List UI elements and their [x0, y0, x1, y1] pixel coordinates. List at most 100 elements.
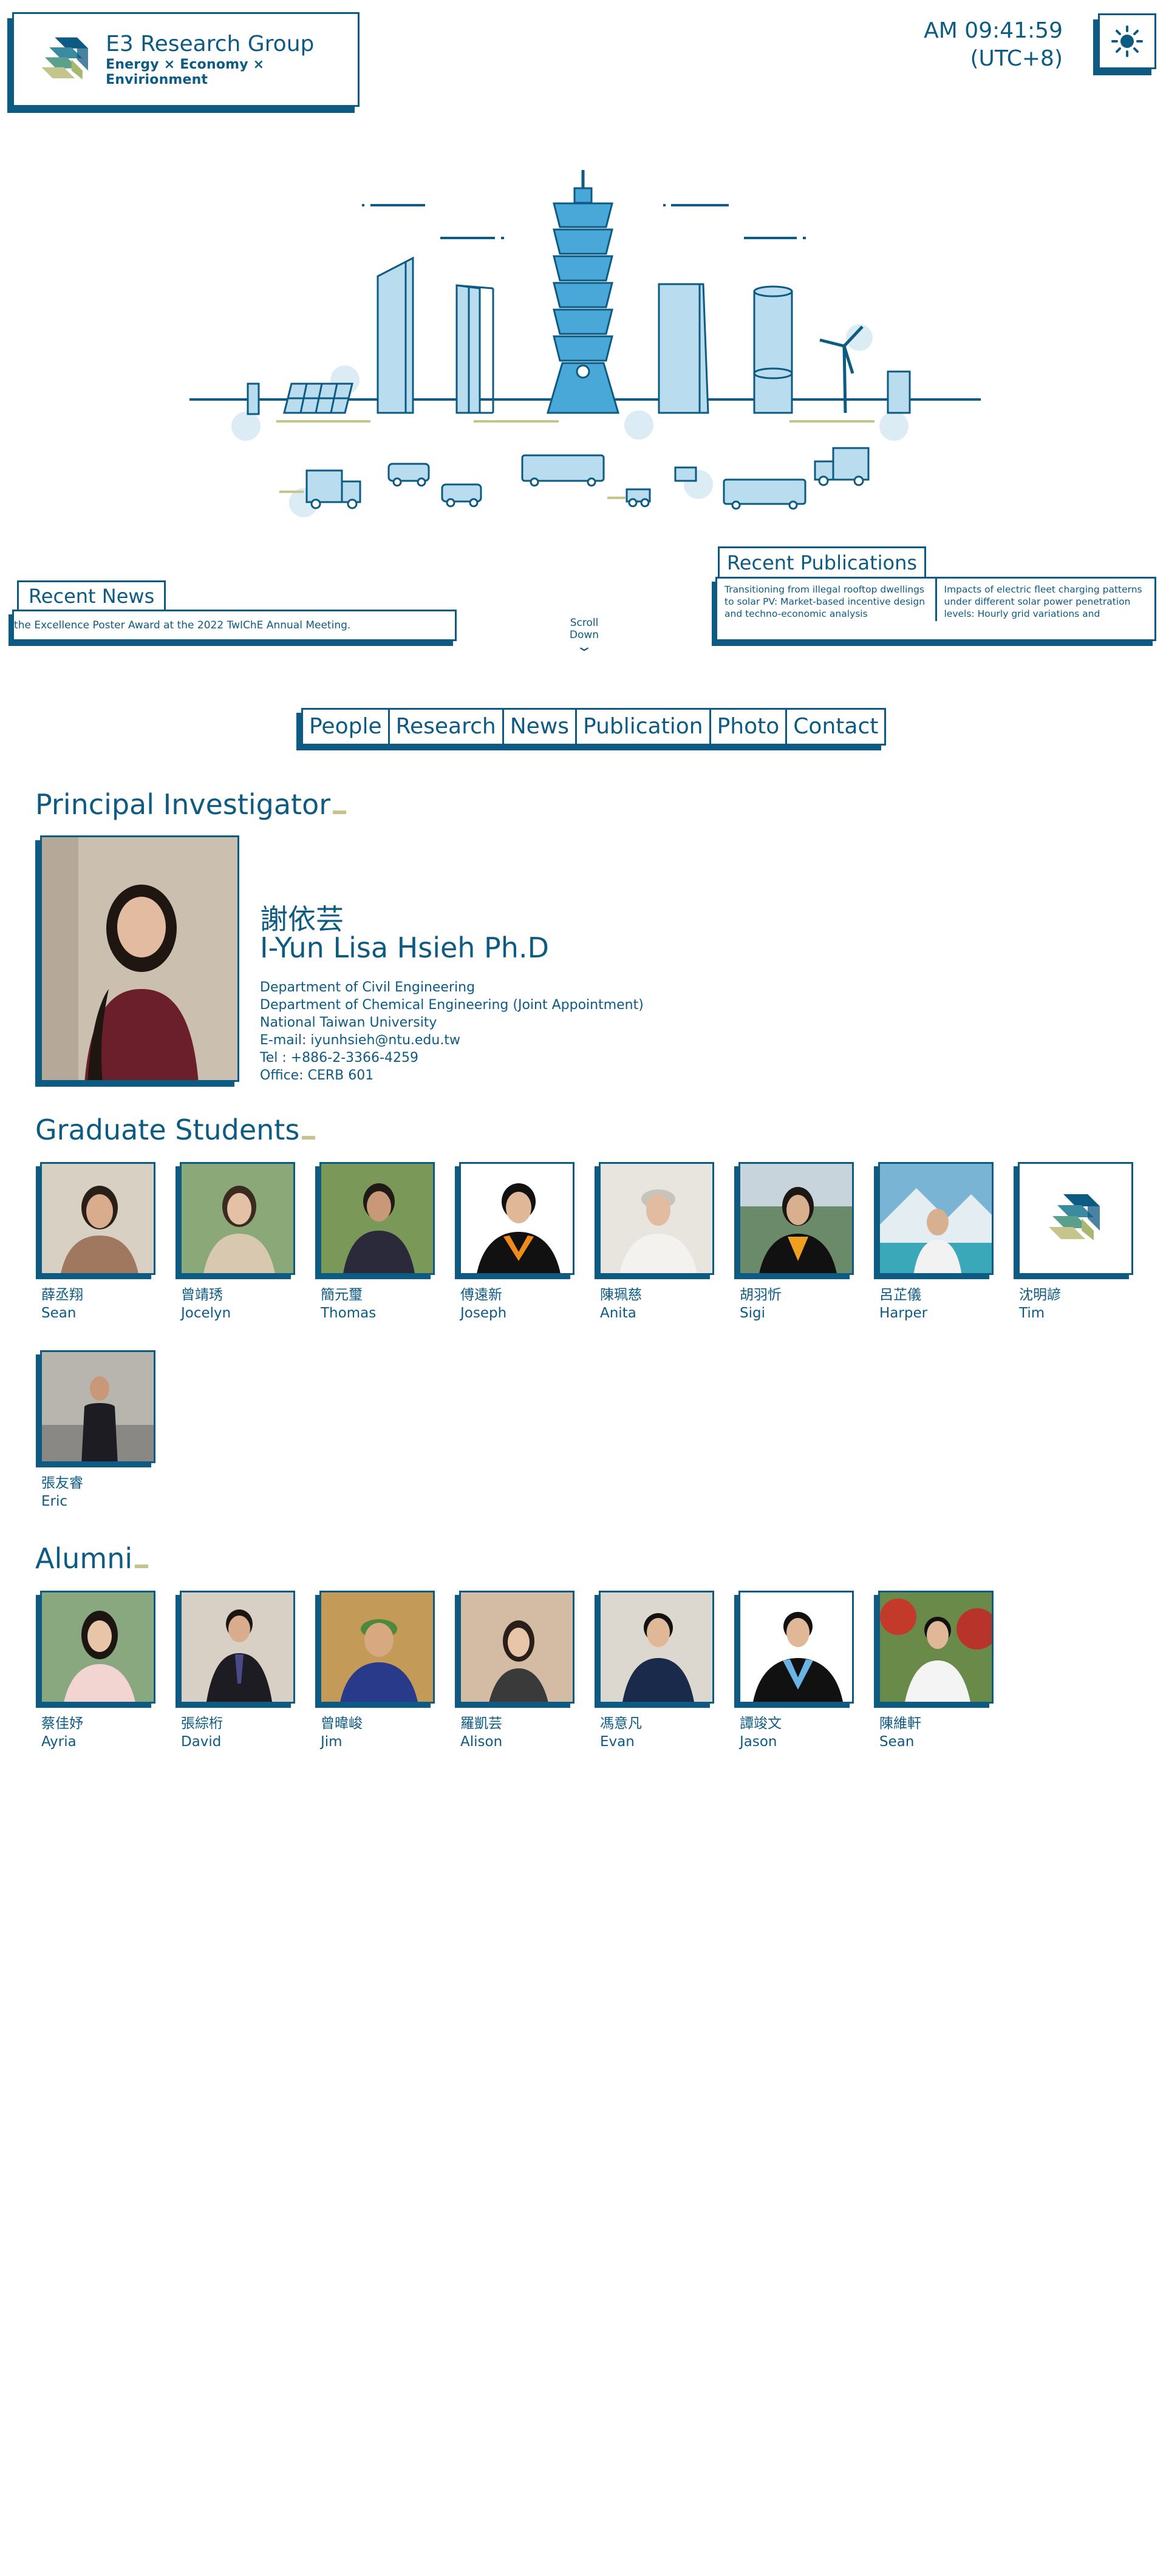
student-card[interactable]: 呂芷儀 Harper: [878, 1162, 994, 1322]
scroll-down-button[interactable]: Scroll Down ⌄: [554, 617, 615, 654]
alumni-card[interactable]: 蔡佳妤 Ayria: [40, 1591, 155, 1751]
alumni-photo[interactable]: [599, 1591, 714, 1704]
student-name-chinese: 陳珮慈: [600, 1287, 642, 1303]
nav-news[interactable]: News: [502, 710, 575, 744]
alumni-photo[interactable]: [878, 1591, 994, 1704]
student-card[interactable]: 曾靖琇 Jocelyn: [180, 1162, 295, 1322]
pi-photo: [40, 835, 239, 1082]
recent-news-label: Recent News: [17, 580, 166, 611]
alumni-name-chinese: 張綜桁: [181, 1716, 223, 1731]
student-card[interactable]: 簡元璽 Thomas: [319, 1162, 435, 1322]
section-title-pi: Principal Investigator: [35, 788, 347, 821]
student-photo[interactable]: [40, 1350, 155, 1463]
alumni-name-english: Ayria: [41, 1734, 77, 1750]
pi-phone: Tel : +886-2-3366-4259: [260, 1050, 418, 1065]
student-photo[interactable]: [878, 1162, 994, 1275]
student-name-english: Eric: [41, 1494, 68, 1509]
alumni-card[interactable]: 譚竣文 Jason: [738, 1591, 854, 1751]
pi-email[interactable]: E-mail: iyunhsieh@ntu.edu.tw: [260, 1031, 644, 1049]
student-name-chinese: 張友睿: [41, 1475, 83, 1491]
clock-zone: (UTC+8): [970, 46, 1063, 71]
nav-publication[interactable]: Publication: [575, 710, 709, 744]
news-ticker[interactable]: Shan-Shin Fu wins the Excellence Poster …: [12, 610, 457, 641]
student-name-chinese: 傅遠新: [460, 1287, 502, 1303]
pi-contact-info: Department of Civil Engineering Departme…: [260, 979, 644, 1084]
section-title-alumni: Alumni: [35, 1542, 149, 1575]
student-name-english: Tim: [1019, 1305, 1045, 1321]
clock: AM 09:41:59 (UTC+8): [924, 17, 1063, 73]
students-title-text: Graduate Students: [35, 1113, 300, 1146]
student-card[interactable]: 陳珮慈 Anita: [599, 1162, 714, 1322]
city-energy-illustration: [189, 170, 981, 517]
student-photo[interactable]: [40, 1162, 155, 1275]
student-card[interactable]: 胡羽忻 Sigi: [738, 1162, 854, 1322]
alumni-name-english: Jim: [321, 1734, 343, 1750]
alumni-card[interactable]: 馮意凡 Evan: [599, 1591, 714, 1751]
student-card[interactable]: 張友睿 Eric: [40, 1350, 155, 1511]
student-photo[interactable]: [599, 1162, 714, 1275]
news-ticker-text[interactable]: Shan-Shin Fu wins the Excellence Poster …: [14, 611, 350, 639]
alumni-name-chinese: 羅凱芸: [460, 1716, 502, 1731]
student-photo[interactable]: [180, 1162, 295, 1275]
theme-toggle-button[interactable]: [1098, 13, 1156, 69]
student-name-english: Thomas: [321, 1305, 377, 1321]
publication-item[interactable]: Impacts of electric fleet charging patte…: [935, 579, 1155, 621]
student-name-english: Harper: [879, 1305, 928, 1321]
site-title: E3 Research Group: [106, 32, 315, 57]
student-photo[interactable]: [459, 1162, 574, 1275]
pi-office: Office: CERB 601: [260, 1068, 374, 1083]
alumni-photo[interactable]: [459, 1591, 574, 1704]
alumni-name-english: Alison: [460, 1734, 503, 1750]
alumni-photo[interactable]: [40, 1591, 155, 1704]
alumni-name-english: Sean: [879, 1734, 915, 1750]
student-card[interactable]: 傅遠新 Joseph: [459, 1162, 574, 1322]
alumni-photo[interactable]: [319, 1591, 435, 1704]
alumni-card[interactable]: 羅凱芸 Alison: [459, 1591, 574, 1751]
student-card[interactable]: 沈明諺 Tim: [1018, 1162, 1133, 1322]
publications-carousel: Transitioning from illegal rooftop dwell…: [715, 577, 1156, 641]
pi-joint-department: Department of Chemical Engineering (Join…: [260, 997, 644, 1013]
student-name-chinese: 曾靖琇: [181, 1287, 223, 1303]
pi-university: National Taiwan University: [260, 1015, 437, 1030]
alumni-title-text: Alumni: [35, 1542, 133, 1575]
nav-research[interactable]: Research: [387, 710, 502, 744]
student-name-chinese: 簡元璽: [321, 1287, 363, 1303]
alumni-name-english: Evan: [600, 1734, 635, 1750]
site-subtitle: Energy × Economy × Envirionment: [106, 56, 265, 87]
clock-time: AM 09:41:59: [924, 18, 1063, 43]
section-title-students: Graduate Students: [35, 1113, 316, 1146]
pi-name-english: I-Yun Lisa Hsieh Ph.D: [260, 931, 549, 964]
alumni-photo[interactable]: [180, 1591, 295, 1704]
main-nav: People Research News Publication Photo C…: [301, 708, 887, 746]
recent-publications-label: Recent Publications: [718, 546, 927, 578]
e3-logo-icon: [41, 37, 88, 80]
student-card[interactable]: 薛丞翔 Sean: [40, 1162, 155, 1322]
nav-photo[interactable]: Photo: [709, 710, 786, 744]
publication-item[interactable]: Transitioning from illegal rooftop dwell…: [717, 579, 935, 621]
nav-contact[interactable]: Contact: [785, 710, 884, 744]
alumni-name-english: David: [181, 1734, 222, 1750]
chevron-down-icon: ⌄: [575, 639, 593, 654]
logo-home-link[interactable]: E3 Research Group Energy × Economy × Env…: [12, 12, 360, 107]
alumni-name-chinese: 譚竣文: [740, 1716, 782, 1731]
alumni-name-chinese: 蔡佳妤: [41, 1716, 83, 1731]
student-name-chinese: 薛丞翔: [41, 1287, 83, 1303]
student-photo[interactable]: [738, 1162, 854, 1275]
alumni-card[interactable]: 陳維軒 Sean: [878, 1591, 994, 1751]
student-photo-placeholder[interactable]: [1018, 1162, 1133, 1275]
alumni-photo[interactable]: [738, 1591, 854, 1704]
alumni-card[interactable]: 曾暐峻 Jim: [319, 1591, 435, 1751]
student-name-english: Jocelyn: [181, 1305, 231, 1321]
student-name-english: Anita: [600, 1305, 636, 1321]
student-name-english: Joseph: [460, 1305, 507, 1321]
alumni-card[interactable]: 張綜桁 David: [180, 1591, 295, 1751]
student-photo[interactable]: [319, 1162, 435, 1275]
nav-people[interactable]: People: [303, 710, 388, 744]
alumni-name-english: Jason: [740, 1734, 777, 1750]
e3-logo-icon: [1049, 1194, 1100, 1240]
alumni-name-chinese: 曾暐峻: [321, 1716, 363, 1731]
student-name-english: Sigi: [740, 1305, 765, 1321]
sun-icon: [1111, 25, 1143, 57]
student-name-chinese: 沈明諺: [1019, 1287, 1061, 1303]
student-name-chinese: 呂芷儀: [879, 1287, 921, 1303]
